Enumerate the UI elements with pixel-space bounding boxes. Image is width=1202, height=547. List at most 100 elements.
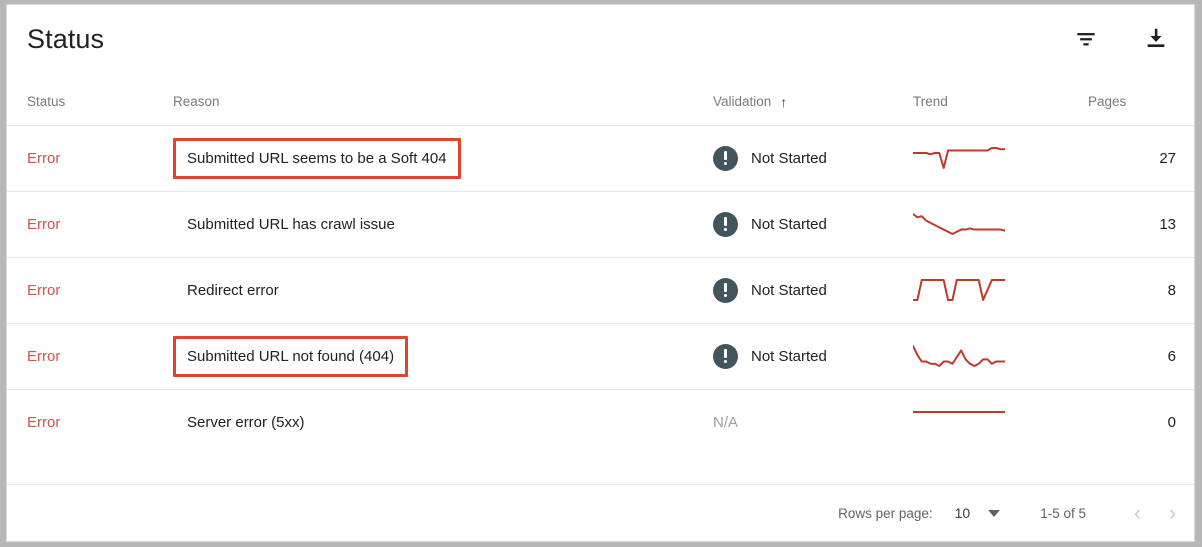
validation-status: Not Started [713, 211, 913, 237]
table-row[interactable]: Error Submitted URL not found (404) Not St… [7, 322, 1194, 389]
table-row[interactable]: Error Redirect error Not Started 8 [7, 256, 1194, 323]
exclamation-circle-icon [713, 277, 738, 303]
table-row[interactable]: Error Server error (5xx) N/A 0 [7, 388, 1194, 455]
pages-count: 6 [1167, 347, 1176, 365]
cell-validation: N/A [713, 388, 913, 455]
exclamation-circle-icon [713, 211, 738, 237]
trend-sparkline-svg [913, 147, 1005, 169]
cell-trend [913, 388, 1088, 455]
column-header-reason[interactable]: Reason [173, 83, 713, 125]
sort-ascending-icon: ↑ [780, 93, 788, 110]
card-header: Status [7, 5, 1194, 83]
cell-reason[interactable]: Redirect error [173, 256, 713, 323]
reason-text: Submitted URL not found (404) [173, 335, 409, 377]
cell-status: Error [7, 124, 173, 191]
table-footer: Rows per page: 10 1-5 of 5 ‹ › [7, 484, 1194, 541]
cell-status: Error [7, 322, 173, 389]
cell-reason-highlighted[interactable]: Submitted URL seems to be a Soft 404 [173, 124, 713, 191]
cell-validation: Not Started [713, 256, 913, 323]
table-header-row: Status Reason Validation ↑ Trend Pages [7, 83, 1194, 125]
cell-pages: 0 [1088, 388, 1194, 455]
status-badge: Error [27, 413, 61, 431]
pages-count: 8 [1167, 281, 1176, 299]
status-table: Status Reason Validation ↑ Trend Pages Er… [7, 83, 1194, 455]
trend-sparkline [913, 277, 1088, 303]
cell-trend [913, 190, 1088, 257]
pages-count: 0 [1167, 413, 1176, 431]
validation-label: Not Started [751, 347, 827, 365]
reason-text: Submitted URL has crawl issue [187, 215, 395, 233]
column-header-validation-label: Validation [713, 93, 772, 109]
cell-reason[interactable]: Submitted URL has crawl issue [173, 190, 713, 257]
status-badge: Error [27, 215, 61, 233]
validation-label: Not Started [751, 281, 827, 299]
download-icon-svg [1147, 28, 1165, 48]
trend-line-path [913, 147, 1005, 169]
exclamation-circle-icon [713, 145, 738, 171]
rows-per-page-value: 10 [954, 505, 971, 521]
chevron-left-icon[interactable]: ‹ [1134, 503, 1141, 524]
reason-text: Server error (5xx) [187, 413, 305, 431]
pagination-range: 1-5 of 5 [1040, 505, 1086, 521]
column-header-status[interactable]: Status [7, 83, 173, 125]
status-card: Status Status Reason Validation ↑ Trend … [6, 4, 1195, 542]
trend-line-path [913, 279, 1005, 301]
screenshot-root: Status Status Reason Validation ↑ Trend … [0, 0, 1202, 547]
table-row[interactable]: Error Submitted URL seems to be a Soft 40… [7, 124, 1194, 191]
cell-validation: Not Started [713, 322, 913, 389]
validation-label: Not Started [751, 149, 827, 167]
pagination-controls: ‹ › [1134, 503, 1176, 524]
table-row[interactable]: Error Submitted URL has crawl issue Not St… [7, 190, 1194, 257]
cell-status: Error [7, 256, 173, 323]
cell-pages: 6 [1088, 322, 1194, 389]
column-header-reason-label: Reason [173, 93, 220, 109]
cell-status: Error [7, 388, 173, 455]
status-badge: Error [27, 149, 61, 167]
validation-status: Not Started [713, 277, 913, 303]
cell-pages: 27 [1088, 124, 1194, 191]
cell-pages: 13 [1088, 190, 1194, 257]
cell-status: Error [7, 190, 173, 257]
download-icon[interactable] [1136, 19, 1176, 59]
rows-per-page-select[interactable]: 10 [955, 505, 1001, 521]
validation-label: Not Started [751, 215, 827, 233]
page-title: Status [27, 24, 105, 54]
cell-trend [913, 124, 1088, 191]
trend-sparkline-svg [913, 279, 1005, 301]
rows-per-page-label: Rows per page: [838, 505, 933, 521]
pages-count: 27 [1159, 149, 1176, 167]
column-header-pages[interactable]: Pages [1088, 83, 1194, 125]
reason-text: Redirect error [187, 281, 279, 299]
trend-sparkline-svg [913, 411, 1005, 413]
filter-list-icon[interactable] [1066, 19, 1106, 59]
cell-trend [913, 322, 1088, 389]
column-header-trend[interactable]: Trend [913, 83, 1088, 125]
filter-list-icon-svg [1077, 33, 1095, 46]
cell-validation: Not Started [713, 190, 913, 257]
table-head: Status Reason Validation ↑ Trend Pages [7, 83, 1194, 125]
cell-reason[interactable]: Server error (5xx) [173, 388, 713, 455]
cell-reason-highlighted[interactable]: Submitted URL not found (404) [173, 322, 713, 389]
validation-status: Not Started [713, 145, 913, 171]
validation-status: N/A [713, 414, 913, 431]
validation-status: Not Started [713, 343, 913, 369]
chevron-right-icon[interactable]: › [1169, 503, 1176, 524]
pages-count: 13 [1159, 215, 1176, 233]
chevron-down-icon [988, 509, 1001, 517]
trend-sparkline [913, 211, 1088, 237]
column-header-validation[interactable]: Validation ↑ [713, 83, 913, 125]
cell-validation: Not Started [713, 124, 913, 191]
trend-line-path [913, 345, 1005, 367]
table-body: Error Submitted URL seems to be a Soft 40… [7, 124, 1194, 455]
status-badge: Error [27, 281, 61, 299]
trend-sparkline [913, 343, 1088, 369]
cell-trend [913, 256, 1088, 323]
trend-sparkline [913, 145, 1088, 171]
status-badge: Error [27, 347, 61, 365]
reason-text: Submitted URL seems to be a Soft 404 [173, 137, 461, 179]
validation-label: N/A [713, 413, 739, 431]
cell-pages: 8 [1088, 256, 1194, 323]
trend-line-path [913, 213, 1005, 235]
trend-sparkline [913, 409, 1088, 435]
trend-sparkline-svg [913, 345, 1005, 367]
